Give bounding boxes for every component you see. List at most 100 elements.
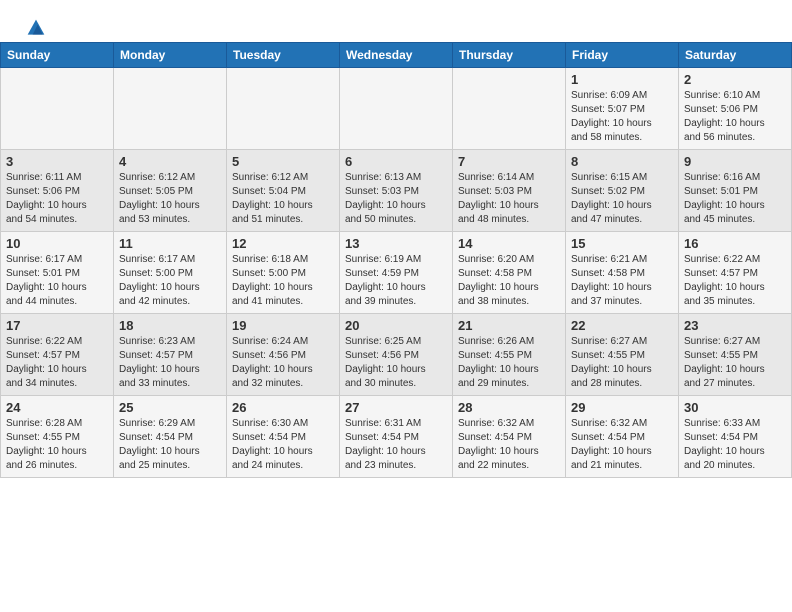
weekday-header: Wednesday bbox=[340, 43, 453, 68]
day-info: Sunrise: 6:33 AMSunset: 4:54 PMDaylight:… bbox=[684, 417, 786, 473]
calendar-cell: 7Sunrise: 6:14 AMSunset: 5:03 PMDaylight… bbox=[453, 150, 566, 232]
calendar-cell bbox=[227, 68, 340, 150]
header bbox=[0, 0, 792, 42]
logo bbox=[24, 18, 46, 34]
day-info: Sunrise: 6:24 AMSunset: 4:56 PMDaylight:… bbox=[232, 335, 334, 391]
day-info: Sunrise: 6:13 AMSunset: 5:03 PMDaylight:… bbox=[345, 171, 447, 227]
day-info: Sunrise: 6:15 AMSunset: 5:02 PMDaylight:… bbox=[571, 171, 673, 227]
calendar-week-row: 10 Sunrise: 6:17 AMSunset: 5:01 PMDayligh… bbox=[1, 232, 792, 314]
day-number: 4 bbox=[119, 154, 221, 169]
calendar-cell: 13 Sunrise: 6:19 AMSunset: 4:59 PMDayligh… bbox=[340, 232, 453, 314]
day-info: Sunrise: 6:10 AMSunset: 5:06 PMDaylight:… bbox=[684, 89, 786, 145]
day-number: 27 bbox=[345, 400, 447, 415]
day-number: 1 bbox=[571, 72, 673, 87]
day-info: Sunrise: 6:22 AMSunset: 4:57 PMDaylight:… bbox=[684, 253, 786, 309]
weekday-header: Friday bbox=[566, 43, 679, 68]
calendar-week-row: 24 Sunrise: 6:28 AMSunset: 4:55 PMDayligh… bbox=[1, 396, 792, 478]
day-number: 13 bbox=[345, 236, 447, 251]
calendar-cell: 26Sunrise: 6:30 AMSunset: 4:54 PMDayligh… bbox=[227, 396, 340, 478]
calendar-cell: 19 Sunrise: 6:24 AMSunset: 4:56 PMDayligh… bbox=[227, 314, 340, 396]
day-info: Sunrise: 6:09 AMSunset: 5:07 PMDaylight:… bbox=[571, 89, 673, 145]
day-info: Sunrise: 6:11 AMSunset: 5:06 PMDaylight:… bbox=[6, 171, 108, 227]
calendar-cell: 21Sunrise: 6:26 AMSunset: 4:55 PMDayligh… bbox=[453, 314, 566, 396]
day-number: 2 bbox=[684, 72, 786, 87]
calendar-cell: 5Sunrise: 6:12 AMSunset: 5:04 PMDaylight… bbox=[227, 150, 340, 232]
calendar-cell: 20Sunrise: 6:25 AMSunset: 4:56 PMDayligh… bbox=[340, 314, 453, 396]
calendar-cell bbox=[340, 68, 453, 150]
day-number: 8 bbox=[571, 154, 673, 169]
day-number: 3 bbox=[6, 154, 108, 169]
day-info: Sunrise: 6:28 AMSunset: 4:55 PMDaylight:… bbox=[6, 417, 108, 473]
calendar-cell bbox=[1, 68, 114, 150]
calendar-cell: 14 Sunrise: 6:20 AMSunset: 4:58 PMDayligh… bbox=[453, 232, 566, 314]
day-number: 28 bbox=[458, 400, 560, 415]
day-info: Sunrise: 6:12 AMSunset: 5:05 PMDaylight:… bbox=[119, 171, 221, 227]
day-number: 25 bbox=[119, 400, 221, 415]
weekday-header: Sunday bbox=[1, 43, 114, 68]
day-number: 24 bbox=[6, 400, 108, 415]
calendar-cell: 12 Sunrise: 6:18 AMSunset: 5:00 PMDayligh… bbox=[227, 232, 340, 314]
calendar-cell: 17 Sunrise: 6:22 AMSunset: 4:57 PMDayligh… bbox=[1, 314, 114, 396]
day-info: Sunrise: 6:32 AMSunset: 4:54 PMDaylight:… bbox=[458, 417, 560, 473]
logo-icon bbox=[26, 18, 46, 38]
day-info: Sunrise: 6:17 AMSunset: 5:01 PMDaylight:… bbox=[6, 253, 108, 309]
day-number: 20 bbox=[345, 318, 447, 333]
day-number: 21 bbox=[458, 318, 560, 333]
day-number: 5 bbox=[232, 154, 334, 169]
calendar-cell: 9Sunrise: 6:16 AMSunset: 5:01 PMDaylight… bbox=[679, 150, 792, 232]
calendar-cell: 3 Sunrise: 6:11 AMSunset: 5:06 PMDaylight… bbox=[1, 150, 114, 232]
calendar-cell bbox=[114, 68, 227, 150]
day-info: Sunrise: 6:21 AMSunset: 4:58 PMDaylight:… bbox=[571, 253, 673, 309]
calendar-week-row: 17 Sunrise: 6:22 AMSunset: 4:57 PMDayligh… bbox=[1, 314, 792, 396]
day-number: 11 bbox=[119, 236, 221, 251]
day-number: 16 bbox=[684, 236, 786, 251]
calendar-body: 1 Sunrise: 6:09 AMSunset: 5:07 PMDaylight… bbox=[1, 68, 792, 478]
day-info: Sunrise: 6:29 AMSunset: 4:54 PMDaylight:… bbox=[119, 417, 221, 473]
calendar-cell: 1 Sunrise: 6:09 AMSunset: 5:07 PMDaylight… bbox=[566, 68, 679, 150]
calendar-cell: 11 Sunrise: 6:17 AMSunset: 5:00 PMDayligh… bbox=[114, 232, 227, 314]
calendar-cell: 28 Sunrise: 6:32 AMSunset: 4:54 PMDayligh… bbox=[453, 396, 566, 478]
day-info: Sunrise: 6:23 AMSunset: 4:57 PMDaylight:… bbox=[119, 335, 221, 391]
calendar-cell: 10 Sunrise: 6:17 AMSunset: 5:01 PMDayligh… bbox=[1, 232, 114, 314]
day-number: 17 bbox=[6, 318, 108, 333]
weekday-header: Tuesday bbox=[227, 43, 340, 68]
calendar-cell: 29 Sunrise: 6:32 AMSunset: 4:54 PMDayligh… bbox=[566, 396, 679, 478]
calendar-cell: 6Sunrise: 6:13 AMSunset: 5:03 PMDaylight… bbox=[340, 150, 453, 232]
calendar-cell: 15 Sunrise: 6:21 AMSunset: 4:58 PMDayligh… bbox=[566, 232, 679, 314]
day-number: 12 bbox=[232, 236, 334, 251]
day-info: Sunrise: 6:17 AMSunset: 5:00 PMDaylight:… bbox=[119, 253, 221, 309]
day-info: Sunrise: 6:30 AMSunset: 4:54 PMDaylight:… bbox=[232, 417, 334, 473]
calendar-week-row: 1 Sunrise: 6:09 AMSunset: 5:07 PMDaylight… bbox=[1, 68, 792, 150]
weekday-header: Thursday bbox=[453, 43, 566, 68]
day-number: 7 bbox=[458, 154, 560, 169]
day-info: Sunrise: 6:19 AMSunset: 4:59 PMDaylight:… bbox=[345, 253, 447, 309]
calendar-cell: 2 Sunrise: 6:10 AMSunset: 5:06 PMDaylight… bbox=[679, 68, 792, 150]
calendar-cell: 23Sunrise: 6:27 AMSunset: 4:55 PMDayligh… bbox=[679, 314, 792, 396]
day-info: Sunrise: 6:20 AMSunset: 4:58 PMDaylight:… bbox=[458, 253, 560, 309]
calendar-cell: 22 Sunrise: 6:27 AMSunset: 4:55 PMDayligh… bbox=[566, 314, 679, 396]
weekday-row: SundayMondayTuesdayWednesdayThursdayFrid… bbox=[1, 43, 792, 68]
day-number: 10 bbox=[6, 236, 108, 251]
calendar-week-row: 3 Sunrise: 6:11 AMSunset: 5:06 PMDaylight… bbox=[1, 150, 792, 232]
calendar-cell: 16 Sunrise: 6:22 AMSunset: 4:57 PMDayligh… bbox=[679, 232, 792, 314]
calendar-header: SundayMondayTuesdayWednesdayThursdayFrid… bbox=[1, 43, 792, 68]
day-info: Sunrise: 6:22 AMSunset: 4:57 PMDaylight:… bbox=[6, 335, 108, 391]
weekday-header: Saturday bbox=[679, 43, 792, 68]
day-number: 22 bbox=[571, 318, 673, 333]
calendar-cell: 30 Sunrise: 6:33 AMSunset: 4:54 PMDayligh… bbox=[679, 396, 792, 478]
day-number: 29 bbox=[571, 400, 673, 415]
day-info: Sunrise: 6:32 AMSunset: 4:54 PMDaylight:… bbox=[571, 417, 673, 473]
calendar-cell: 27Sunrise: 6:31 AMSunset: 4:54 PMDayligh… bbox=[340, 396, 453, 478]
day-number: 19 bbox=[232, 318, 334, 333]
day-number: 9 bbox=[684, 154, 786, 169]
day-number: 18 bbox=[119, 318, 221, 333]
calendar-cell: 8 Sunrise: 6:15 AMSunset: 5:02 PMDaylight… bbox=[566, 150, 679, 232]
day-info: Sunrise: 6:18 AMSunset: 5:00 PMDaylight:… bbox=[232, 253, 334, 309]
day-number: 30 bbox=[684, 400, 786, 415]
day-number: 14 bbox=[458, 236, 560, 251]
calendar-cell: 4 Sunrise: 6:12 AMSunset: 5:05 PMDaylight… bbox=[114, 150, 227, 232]
day-number: 15 bbox=[571, 236, 673, 251]
day-info: Sunrise: 6:27 AMSunset: 4:55 PMDaylight:… bbox=[571, 335, 673, 391]
calendar-cell: 24 Sunrise: 6:28 AMSunset: 4:55 PMDayligh… bbox=[1, 396, 114, 478]
day-number: 23 bbox=[684, 318, 786, 333]
